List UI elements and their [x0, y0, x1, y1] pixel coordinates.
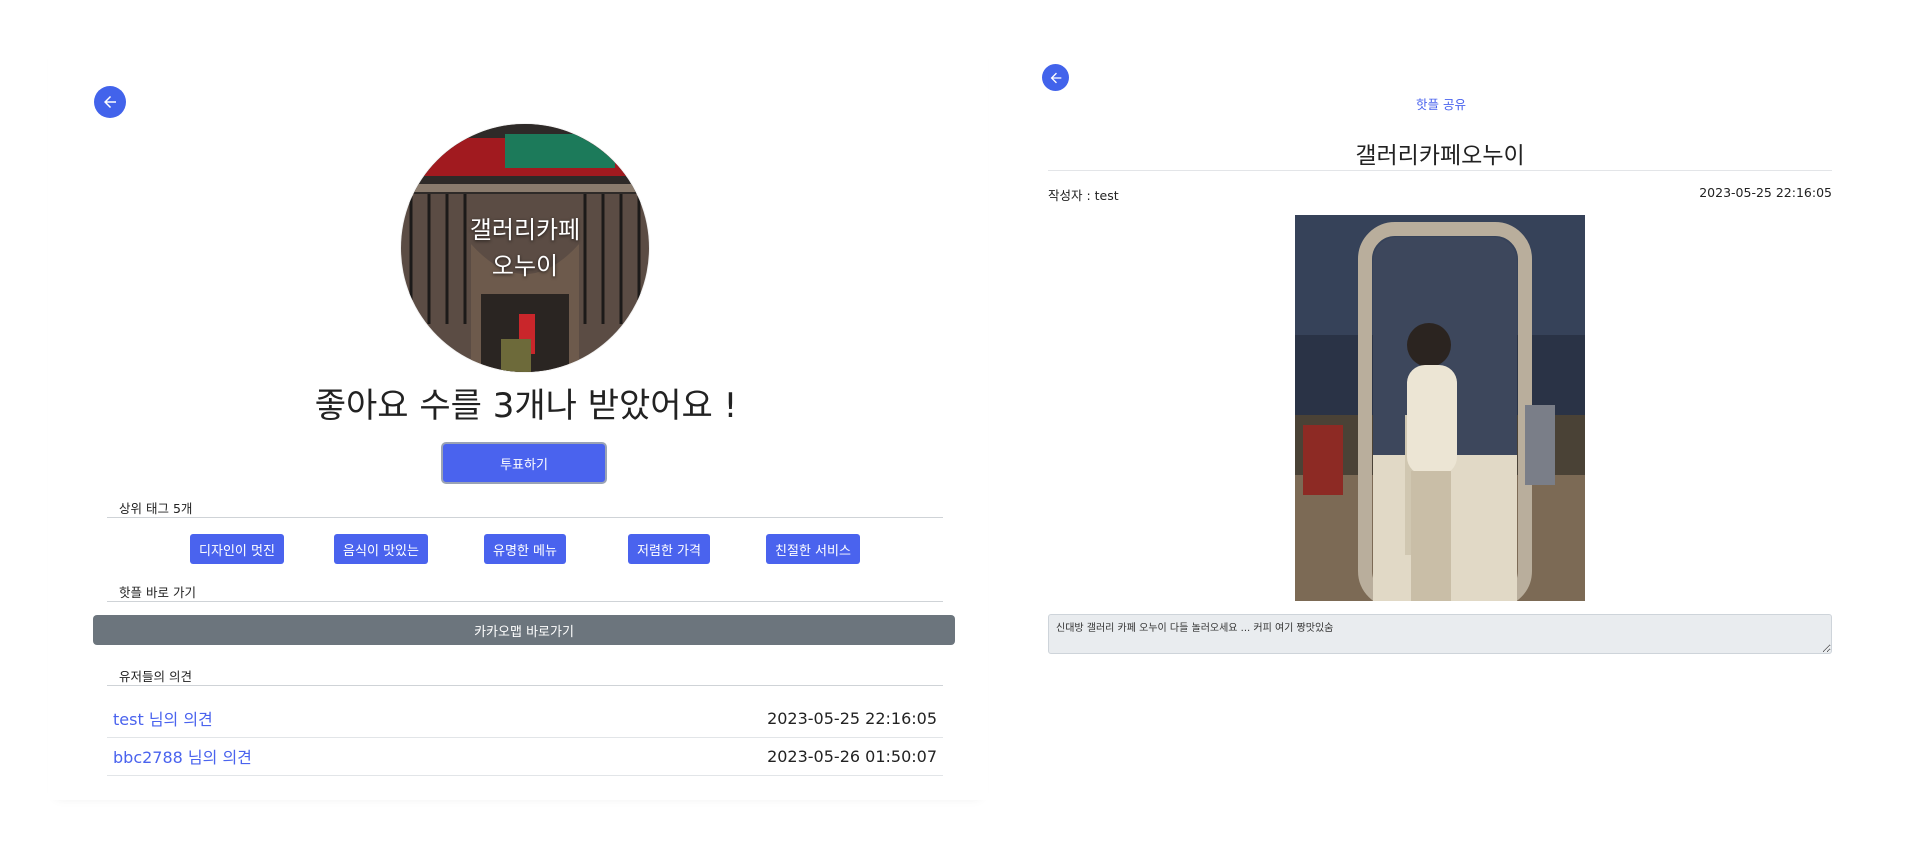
post-title: 갤러리카페오누이: [1355, 143, 1525, 169]
opinion-user-link[interactable]: bbc2788 님의 의견: [107, 744, 252, 768]
post-author: 작성자 : test: [1048, 188, 1119, 203]
divider: [1048, 170, 1832, 171]
opinion-user-link[interactable]: test 님의 의견: [107, 706, 213, 730]
arrow-left-icon: [1050, 72, 1061, 83]
likes-count-heading: 좋아요 수를 3개나 받았어요 !: [314, 386, 738, 426]
post-date: 2023-05-25 22:16:05: [1699, 185, 1832, 200]
post-image: [1295, 215, 1585, 601]
tag-button[interactable]: 저렴한 가격: [628, 534, 710, 564]
divider: [107, 685, 943, 686]
tag-button[interactable]: 디자인이 멋진: [190, 534, 284, 564]
place-name-line2: 오누이: [491, 252, 559, 280]
post-photo: [1295, 215, 1585, 601]
opinion-row: bbc2788 님의 의견 2023-05-26 01:50:07: [107, 737, 943, 776]
divider: [107, 517, 943, 518]
shortcut-label: 핫플 바로 가기: [119, 585, 196, 600]
opinion-row: test 님의 의견 2023-05-25 22:16:05: [107, 699, 943, 738]
back-button[interactable]: [94, 86, 126, 118]
tag-button[interactable]: 친절한 서비스: [766, 534, 860, 564]
tag-button[interactable]: 음식이 맛있는: [334, 534, 428, 564]
opinions-label: 유저들의 의견: [119, 669, 192, 684]
top-tags-label: 상위 태그 5개: [119, 501, 193, 516]
opinion-date: 2023-05-25 22:16:05: [767, 708, 937, 728]
opinion-date: 2023-05-26 01:50:07: [767, 746, 937, 766]
back-button[interactable]: [1042, 64, 1069, 91]
tag-button[interactable]: 유명한 메뉴: [484, 534, 566, 564]
share-link[interactable]: 핫플 공유: [1386, 94, 1496, 113]
post-comment-textarea[interactable]: 신대방 갤러리 카페 오누이 다들 놀러오세요 ... 커피 여기 짱맛있숨: [1048, 614, 1832, 654]
kakao-map-button[interactable]: 카카오맵 바로가기: [93, 615, 955, 645]
arrow-left-icon: [104, 96, 116, 108]
vote-button[interactable]: 투표하기: [441, 442, 607, 484]
place-name-line1: 갤러리카페: [469, 216, 581, 244]
place-avatar: 갤러리카페 오누이: [401, 124, 649, 372]
place-name-overlay: 갤러리카페 오누이: [401, 212, 649, 284]
divider: [107, 601, 943, 602]
